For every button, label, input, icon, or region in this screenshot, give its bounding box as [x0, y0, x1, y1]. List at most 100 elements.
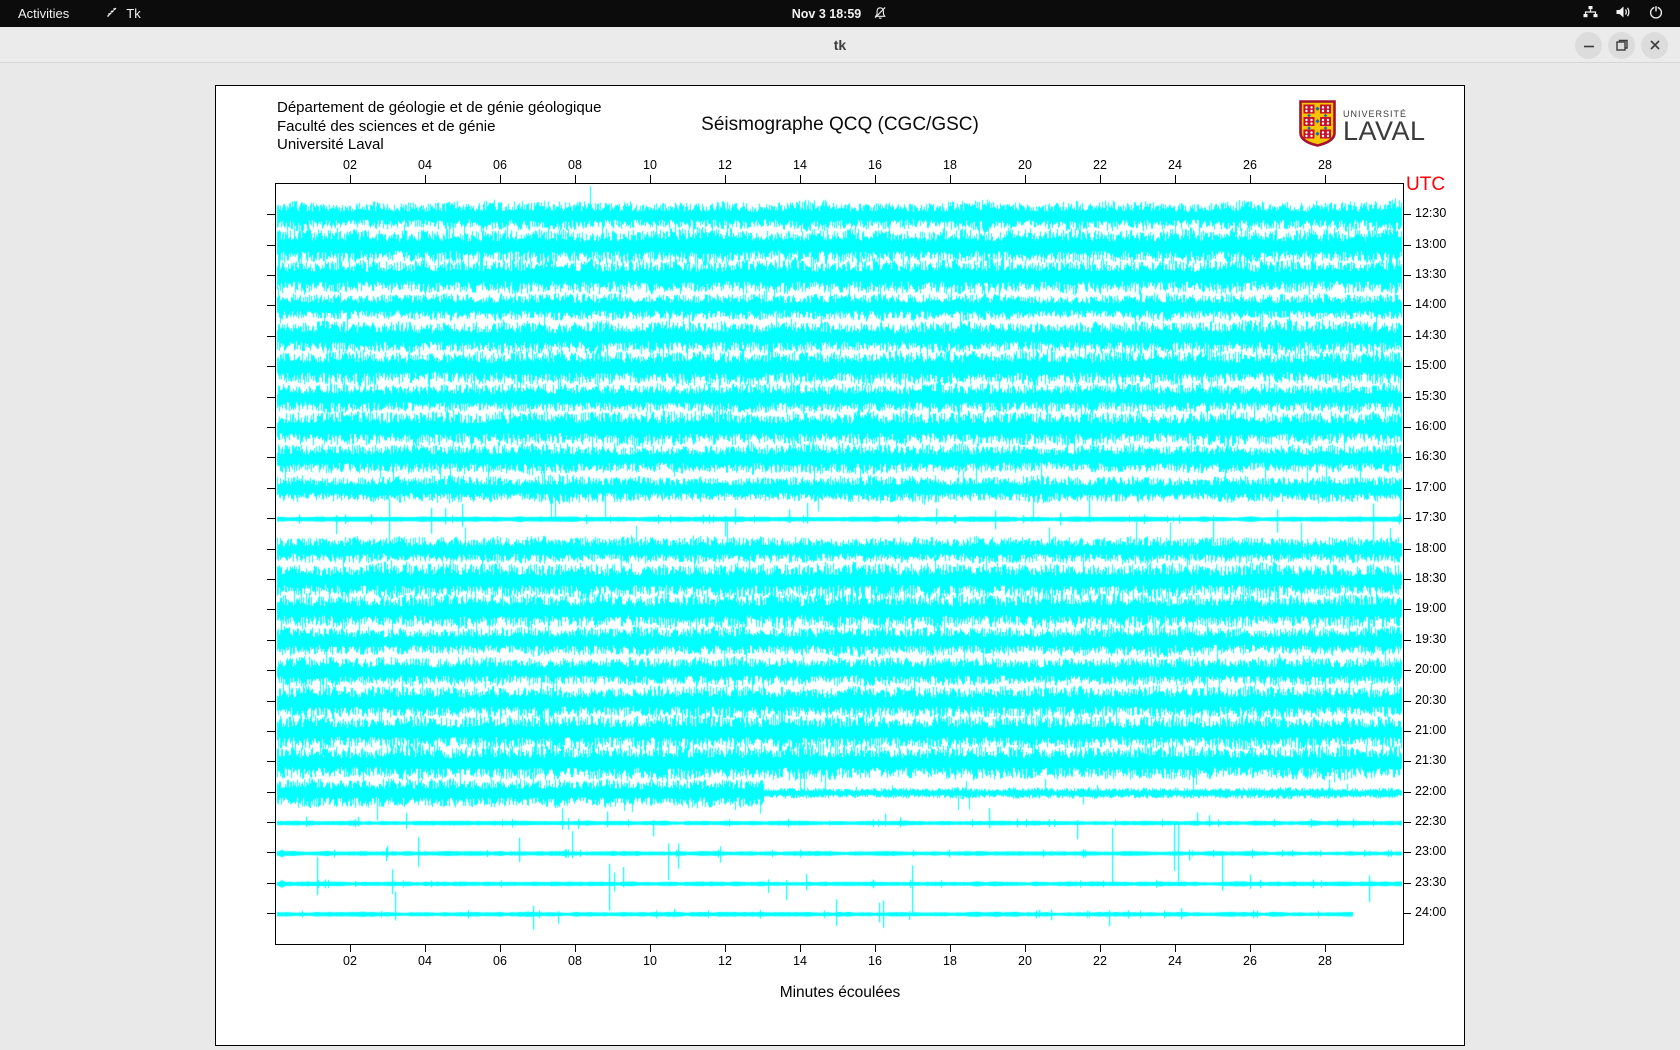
- bottom-axis-tick: [800, 944, 801, 952]
- bottom-axis-tick: [575, 944, 576, 952]
- bottom-axis-label: 28: [1310, 954, 1340, 968]
- top-axis-label: 22: [1085, 158, 1115, 172]
- left-axis-tick: [267, 214, 275, 215]
- left-axis-tick: [267, 701, 275, 702]
- top-axis-tick: [425, 175, 426, 183]
- right-axis-time-label: 19:30: [1415, 632, 1446, 646]
- top-axis-label: 08: [560, 158, 590, 172]
- network-icon: [1582, 4, 1599, 23]
- top-axis-tick: [1100, 175, 1101, 183]
- right-axis-time-label: 23:30: [1415, 875, 1446, 889]
- bottom-axis-tick: [1250, 944, 1251, 952]
- top-axis-label: 10: [635, 158, 665, 172]
- right-axis-tick: [1403, 731, 1411, 732]
- right-axis-tick: [1403, 336, 1411, 337]
- clock-menu[interactable]: Nov 3 18:59: [792, 0, 888, 27]
- top-axis-tick: [1175, 175, 1176, 183]
- left-axis-tick: [267, 579, 275, 580]
- left-axis-tick: [267, 245, 275, 246]
- right-axis-tick: [1403, 427, 1411, 428]
- top-axis-tick: [1025, 175, 1026, 183]
- right-axis-tick: [1403, 701, 1411, 702]
- top-axis-label: 18: [935, 158, 965, 172]
- right-axis-tick: [1403, 579, 1411, 580]
- left-axis-tick: [267, 670, 275, 671]
- top-axis-tick: [575, 175, 576, 183]
- bottom-axis-label: 16: [860, 954, 890, 968]
- left-axis-tick: [267, 397, 275, 398]
- top-axis-tick: [1250, 175, 1251, 183]
- gnome-top-bar: Activities Tk Nov 3 18:59: [0, 0, 1680, 27]
- bottom-axis-tick: [1100, 944, 1101, 952]
- minimize-button[interactable]: [1575, 32, 1602, 59]
- right-axis-tick: [1403, 488, 1411, 489]
- close-button[interactable]: [1641, 32, 1668, 59]
- right-axis-time-label: 18:00: [1415, 541, 1446, 555]
- window-titlebar: tk: [0, 27, 1680, 63]
- maximize-button[interactable]: [1608, 32, 1635, 59]
- bottom-axis-label: 22: [1085, 954, 1115, 968]
- top-axis-tick: [950, 175, 951, 183]
- bottom-axis-tick: [425, 944, 426, 952]
- left-axis-tick: [267, 518, 275, 519]
- top-axis-label: 20: [1010, 158, 1040, 172]
- bottom-axis-label: 10: [635, 954, 665, 968]
- right-axis-tick: [1403, 792, 1411, 793]
- right-axis-tick: [1403, 305, 1411, 306]
- right-axis-tick: [1403, 913, 1411, 914]
- top-axis-label: 14: [785, 158, 815, 172]
- right-axis-tick: [1403, 609, 1411, 610]
- right-axis-time-label: 20:30: [1415, 693, 1446, 707]
- right-axis-time-label: 17:00: [1415, 480, 1446, 494]
- right-axis-time-label: 15:00: [1415, 358, 1446, 372]
- right-axis-tick: [1403, 761, 1411, 762]
- top-axis-tick: [800, 175, 801, 183]
- top-axis-tick: [725, 175, 726, 183]
- activities-button[interactable]: Activities: [18, 6, 69, 21]
- right-axis-tick: [1403, 397, 1411, 398]
- right-axis-time-label: 22:00: [1415, 784, 1446, 798]
- system-status-area[interactable]: [1582, 0, 1680, 27]
- right-axis-time-label: 17:30: [1415, 510, 1446, 524]
- top-axis-label: 02: [335, 158, 365, 172]
- bottom-axis-tick: [1175, 944, 1176, 952]
- left-axis-tick: [267, 731, 275, 732]
- volume-icon: [1615, 4, 1632, 23]
- bottom-axis-label: 26: [1235, 954, 1265, 968]
- address-line-3: Université Laval: [277, 136, 601, 155]
- top-axis-tick: [1325, 175, 1326, 183]
- left-axis-tick: [267, 457, 275, 458]
- right-axis-time-label: 21:30: [1415, 753, 1446, 767]
- right-axis-time-label: 19:00: [1415, 601, 1446, 615]
- bottom-axis-label: 20: [1010, 954, 1040, 968]
- top-axis-tick: [875, 175, 876, 183]
- right-axis-tick: [1403, 852, 1411, 853]
- app-menu[interactable]: Tk: [105, 5, 140, 22]
- left-axis-tick: [267, 488, 275, 489]
- right-axis-tick: [1403, 670, 1411, 671]
- top-axis-label: 16: [860, 158, 890, 172]
- left-axis-tick: [267, 640, 275, 641]
- left-axis-tick: [267, 336, 275, 337]
- right-axis-time-label: 24:00: [1415, 905, 1446, 919]
- page-title: Séismographe QCQ (CGC/GSC): [215, 114, 1465, 136]
- bottom-axis-label: 24: [1160, 954, 1190, 968]
- bottom-axis-label: 18: [935, 954, 965, 968]
- right-axis-tick: [1403, 245, 1411, 246]
- bottom-axis-label: 14: [785, 954, 815, 968]
- right-axis-tick: [1403, 518, 1411, 519]
- right-axis-time-label: 12:30: [1415, 206, 1446, 220]
- bottom-axis-tick: [350, 944, 351, 952]
- power-icon: [1648, 4, 1664, 23]
- x-axis-title: Minutes écoulées: [215, 984, 1465, 1002]
- universite-laval-logo: UNIVERSITÉ LAVAL: [1299, 100, 1426, 152]
- logo-laval-text: LAVAL: [1343, 119, 1426, 144]
- top-axis-label: 12: [710, 158, 740, 172]
- bottom-axis-tick: [650, 944, 651, 952]
- right-axis-tick: [1403, 457, 1411, 458]
- top-axis-label: 04: [410, 158, 440, 172]
- tk-feather-icon: [105, 5, 119, 22]
- top-axis-label: 06: [485, 158, 515, 172]
- bottom-axis-label: 08: [560, 954, 590, 968]
- bottom-axis-tick: [1325, 944, 1326, 952]
